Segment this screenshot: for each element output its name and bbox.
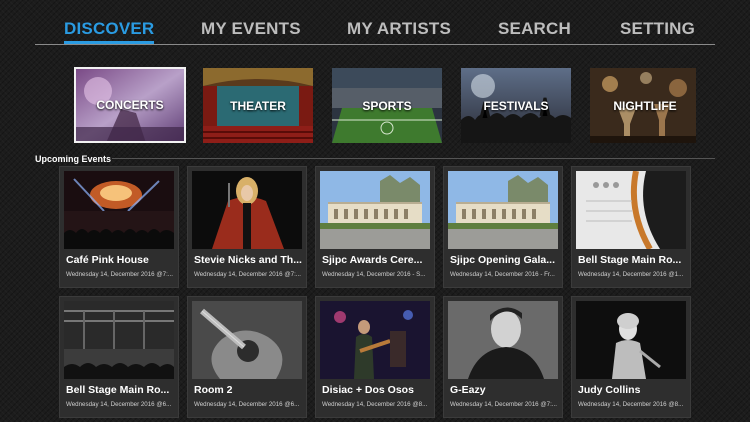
tab-search[interactable]: SEARCH <box>498 19 571 39</box>
tab-discover[interactable]: DISCOVER <box>64 19 155 44</box>
category-concerts[interactable]: CONCERTS <box>74 67 186 143</box>
concert-stage-image <box>64 171 174 249</box>
tab-my-events[interactable]: MY EVENTS <box>201 19 301 39</box>
event-title: Sjipc Awards Cere... <box>322 254 423 266</box>
event-date: Wednesday 14, December 2016 @8... <box>322 401 428 408</box>
event-title: Stevie Nicks and Th... <box>194 254 302 266</box>
event-title: G-Eazy <box>450 384 486 396</box>
category-label: NIGHTLIFE <box>613 98 677 113</box>
event-date: Wednesday 14, December 2016 @7:... <box>450 401 557 408</box>
event-title: Judy Collins <box>578 384 641 396</box>
event-title: Room 2 <box>194 384 233 396</box>
event-card[interactable]: Judy Collins Wednesday 14, December 2016… <box>571 296 691 418</box>
portrait-image <box>448 301 558 379</box>
performer-image <box>576 301 686 379</box>
guitar-image <box>576 171 686 249</box>
event-card[interactable]: Disiac + Dos Osos Wednesday 14, December… <box>315 296 435 418</box>
event-card[interactable]: Room 2 Wednesday 14, December 2016 @6... <box>187 296 307 418</box>
tab-my-artists[interactable]: MY ARTISTS <box>347 19 451 39</box>
event-title: Bell Stage Main Ro... <box>66 384 170 396</box>
band-image <box>320 301 430 379</box>
category-label: CONCERTS <box>96 98 164 112</box>
tab-setting[interactable]: SETTING <box>620 19 695 39</box>
building-image <box>320 171 430 249</box>
event-date: Wednesday 14, December 2016 @7:... <box>66 271 173 278</box>
event-date: Wednesday 14, December 2016 - S... <box>322 271 426 278</box>
category-theater[interactable]: THEATER <box>203 68 313 143</box>
section-divider <box>112 158 715 159</box>
category-label: FESTIVALS <box>483 98 549 113</box>
event-card[interactable]: Café Pink House Wednesday 14, December 2… <box>59 166 179 288</box>
event-card[interactable]: Bell Stage Main Ro... Wednesday 14, Dece… <box>571 166 691 288</box>
category-label: SPORTS <box>362 98 412 113</box>
building-image <box>448 171 558 249</box>
event-title: Café Pink House <box>66 254 149 266</box>
event-card[interactable]: Sjipc Opening Gala... Wednesday 14, Dece… <box>443 166 563 288</box>
category-festivals[interactable]: FESTIVALS <box>461 68 571 143</box>
category-sports[interactable]: SPORTS <box>332 68 442 143</box>
event-card[interactable]: Stevie Nicks and Th... Wednesday 14, Dec… <box>187 166 307 288</box>
upcoming-events-heading: Upcoming Events <box>35 154 112 164</box>
event-card[interactable]: G-Eazy Wednesday 14, December 2016 @7:..… <box>443 296 563 418</box>
event-date: Wednesday 14, December 2016 @6... <box>66 401 172 408</box>
category-nightlife[interactable]: NIGHTLIFE <box>590 68 700 143</box>
event-date: Wednesday 14, December 2016 @6... <box>194 401 300 408</box>
event-card[interactable]: Sjipc Awards Cere... Wednesday 14, Decem… <box>315 166 435 288</box>
event-title: Sjipc Opening Gala... <box>450 254 556 266</box>
singer-image <box>192 171 302 249</box>
event-card[interactable]: Bell Stage Main Ro... Wednesday 14, Dece… <box>59 296 179 418</box>
event-date: Wednesday 14, December 2016 - Fr... <box>450 271 555 278</box>
top-nav: DISCOVER MY EVENTS MY ARTISTS SEARCH SET… <box>35 0 715 45</box>
stage-rigging-image <box>64 301 174 379</box>
event-title: Disiac + Dos Osos <box>322 384 414 396</box>
event-date: Wednesday 14, December 2016 @7:... <box>194 271 301 278</box>
acoustic-guitar-image <box>192 301 302 379</box>
category-label: THEATER <box>230 98 286 113</box>
event-date: Wednesday 14, December 2016 @8... <box>578 401 684 408</box>
event-date: Wednesday 14, December 2016 @1... <box>578 271 684 278</box>
event-title: Bell Stage Main Ro... <box>578 254 682 266</box>
